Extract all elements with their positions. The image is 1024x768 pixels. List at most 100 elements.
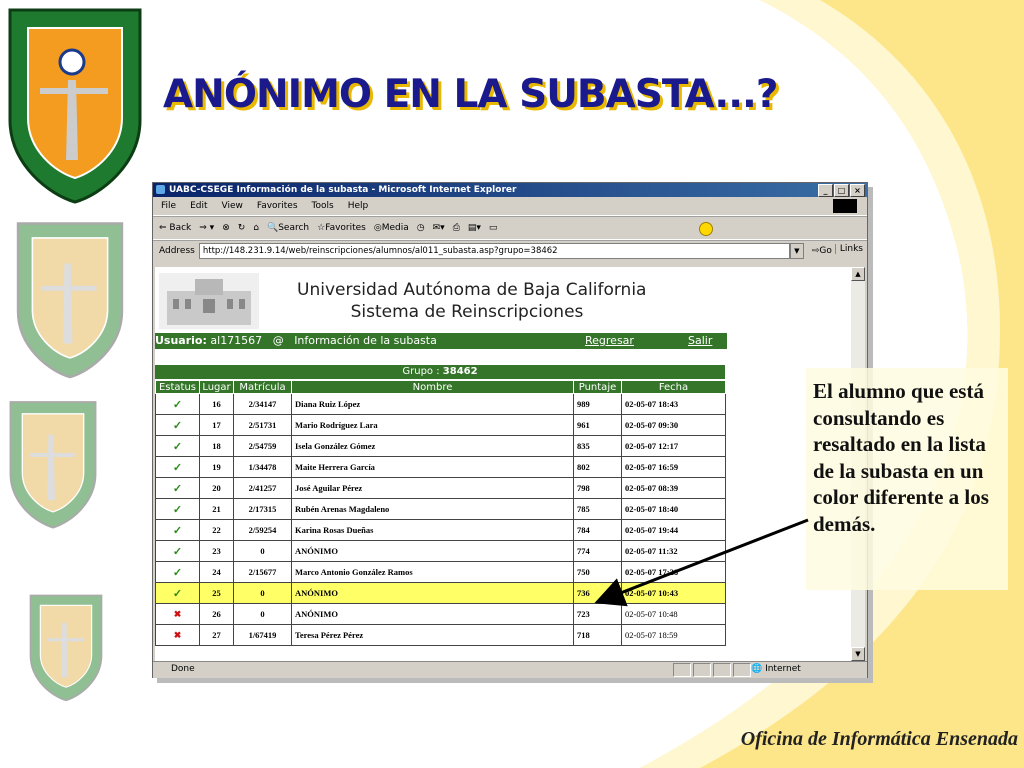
search-label: Search (278, 223, 310, 233)
status-cell: ✓ (155, 540, 200, 562)
matricula-cell: 0 (233, 582, 292, 604)
lugar-cell: 21 (199, 498, 234, 520)
menu-file[interactable]: File (161, 201, 176, 211)
discuss-icon[interactable]: ▭ (489, 223, 498, 233)
explanation-note: El alumno que está consultando es resalt… (813, 379, 989, 536)
address-bar: Address http://148.231.9.14/web/reinscri… (153, 240, 867, 261)
cross-icon: ✖ (173, 629, 182, 640)
status-bar: Done 🌐 Internet (153, 661, 867, 678)
scroll-up-icon[interactable]: ▲ (851, 267, 865, 281)
minimize-button[interactable]: _ (818, 184, 833, 197)
zone-label: Internet (765, 664, 801, 674)
puntaje-cell: 750 (573, 561, 622, 583)
back-button[interactable]: ⇐ Back (159, 223, 191, 233)
menu-bar: File Edit View Favorites Tools Help (153, 197, 867, 216)
system-name: Sistema de Reinscripciones (350, 302, 584, 322)
go-label: Go (819, 246, 832, 256)
matricula-cell: 1/67419 (233, 624, 292, 646)
media-label: Media (381, 223, 409, 233)
home-icon[interactable]: ⌂ (253, 223, 259, 233)
go-button[interactable]: ⇨Go (812, 246, 832, 256)
menu-favorites[interactable]: Favorites (257, 201, 298, 211)
status-cell: ✖ (155, 624, 200, 646)
status-cell: ✓ (155, 435, 200, 457)
puntaje-cell: 774 (573, 540, 622, 562)
refresh-icon[interactable]: ↻ (238, 223, 246, 233)
scroll-down-icon[interactable]: ▼ (851, 647, 865, 661)
close-button[interactable]: × (850, 184, 865, 197)
nombre-cell: Marco Antonio González Ramos (291, 561, 574, 583)
table-header-row: Estatus Lugar Matrícula Nombre Puntaje F… (155, 380, 726, 394)
matricula-cell: 1/34478 (233, 456, 292, 478)
status-cell: ✓ (155, 498, 200, 520)
table-row: ✖ 26 0 ANÓNIMO 723 02-05-07 10:48 (155, 603, 726, 625)
menu-tools[interactable]: Tools (312, 201, 334, 211)
stop-icon[interactable]: ⊗ (222, 223, 230, 233)
fecha-cell: 02-05-07 12:17 (621, 435, 726, 457)
status-cell: ✓ (155, 414, 200, 436)
lugar-cell: 19 (199, 456, 234, 478)
nombre-cell: Mario Rodríguez Lara (291, 414, 574, 436)
status-cell: ✓ (155, 582, 200, 604)
favorites-button[interactable]: ☆Favorites (317, 223, 366, 233)
check-icon: ✓ (172, 482, 183, 495)
print-icon[interactable]: ⎙ (453, 223, 460, 233)
nombre-cell: ANÓNIMO (291, 582, 574, 604)
matricula-cell: 2/15677 (233, 561, 292, 583)
puntaje-cell: 784 (573, 519, 622, 541)
matricula-cell: 2/41257 (233, 477, 292, 499)
check-icon: ✓ (172, 398, 183, 411)
url-dropdown-icon[interactable]: ▼ (789, 243, 804, 259)
fecha-cell: 02-05-07 16:59 (621, 456, 726, 478)
group-label: Grupo : (402, 366, 440, 377)
forward-button[interactable]: ⇒ ▾ (199, 223, 214, 233)
status-text: Done (171, 664, 195, 674)
edit-icon[interactable]: ▤▾ (468, 223, 481, 233)
browser-window: UABC-CSEGE Información de la subasta - M… (152, 182, 868, 678)
nombre-cell: Diana Ruiz López (291, 393, 574, 415)
check-icon: ✓ (172, 440, 183, 453)
nombre-cell: José Aguilar Pérez (291, 477, 574, 499)
salir-link[interactable]: Salir (688, 333, 712, 349)
cross-icon: ✖ (173, 608, 182, 619)
puntaje-cell: 718 (573, 624, 622, 646)
footer-text: Oficina de Informática Ensenada (740, 728, 1018, 750)
status-cell: ✓ (155, 456, 200, 478)
menu-help[interactable]: Help (348, 201, 369, 211)
fecha-cell: 02-05-07 19:44 (621, 519, 726, 541)
table-row: ✓ 19 1/34478 Maite Herrera García 802 02-05-0… (155, 456, 726, 478)
user-id: al171567 (210, 334, 263, 347)
page-content: Universidad Autónoma de Baja California … (155, 267, 851, 661)
media-button[interactable]: ◎Media (374, 223, 409, 233)
maximize-button[interactable]: □ (834, 184, 849, 197)
regresar-link[interactable]: Regresar (585, 333, 634, 349)
slide-title: ANÓNIMO EN LA SUBASTA...? (163, 72, 778, 117)
menu-edit[interactable]: Edit (190, 201, 207, 211)
menu-view[interactable]: View (222, 201, 243, 211)
check-icon: ✓ (172, 524, 183, 537)
mail-icon[interactable]: ✉▾ (433, 223, 445, 233)
puntaje-cell: 785 (573, 498, 622, 520)
user-bar: Usuario: al171567 @ Información de la su… (155, 333, 727, 349)
ie-icon (156, 185, 165, 194)
url-input[interactable]: http://148.231.9.14/web/reinscripciones/… (198, 243, 790, 259)
status-cell: ✓ (155, 519, 200, 541)
uabc-logo-main (8, 8, 142, 204)
check-icon: ✓ (172, 503, 183, 516)
status-cell: ✓ (155, 393, 200, 415)
messenger-icon[interactable] (699, 222, 713, 236)
address-label: Address (159, 246, 195, 256)
toolbar: ⇐ Back ⇒ ▾ ⊗ ↻ ⌂ 🔍Search ☆Favorites ◎Med… (153, 216, 867, 240)
search-button[interactable]: 🔍Search (267, 223, 309, 233)
links-button[interactable]: Links (834, 244, 863, 254)
table-row: ✓ 20 2/41257 José Aguilar Pérez 798 02-05-07 … (155, 477, 726, 499)
nombre-cell: Isela González Gómez (291, 435, 574, 457)
table-row: ✓ 21 2/17315 Rubén Arenas Magdaleno 785 02-05… (155, 498, 726, 520)
building-image (159, 273, 259, 329)
uabc-logo-faded-1 (16, 222, 124, 379)
lugar-cell: 22 (199, 519, 234, 541)
nombre-cell: Karina Rosas Dueñas (291, 519, 574, 541)
history-icon[interactable]: ◷ (417, 223, 425, 233)
favorites-label: Favorites (325, 223, 366, 233)
page-header: Universidad Autónoma de Baja California … (297, 279, 646, 323)
